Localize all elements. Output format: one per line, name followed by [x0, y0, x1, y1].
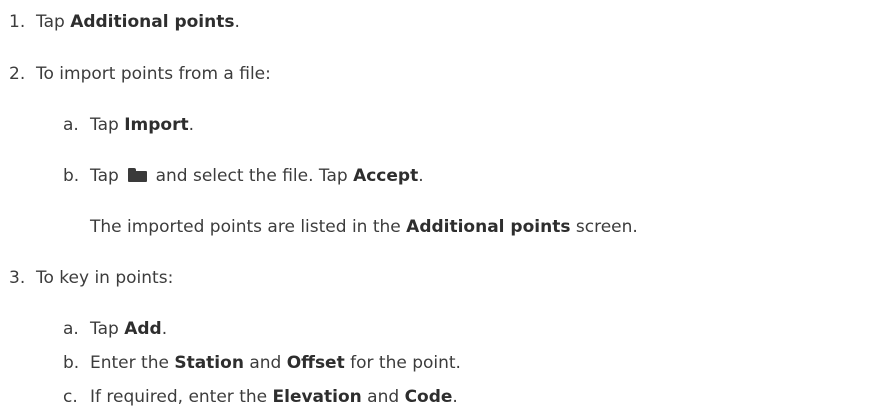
step-text: Enter the — [90, 353, 175, 373]
step-1: 1. Tap Additional points. — [9, 11, 240, 33]
step-text: and — [243, 353, 287, 373]
step-text: . — [418, 166, 424, 186]
step-number: 1. — [9, 12, 26, 32]
note-text: The imported points are listed in the — [90, 217, 407, 237]
step-text: for the point. — [344, 353, 461, 373]
step-3b: b. Enter the Station and Offset for the p… — [63, 352, 461, 374]
note-text: screen. — [570, 217, 638, 237]
step-3c: c. If required, enter the Elevation and C… — [63, 386, 458, 408]
ui-term: Offset — [286, 353, 345, 373]
ui-term: Import — [124, 115, 189, 135]
step-text: Tap — [90, 115, 125, 135]
step-2: 2. To import points from a file: — [9, 63, 271, 85]
step-text: . — [234, 12, 240, 32]
step-2b-note: The imported points are listed in the Ad… — [90, 216, 638, 238]
step-text: To key in points: — [36, 268, 174, 288]
step-text: . — [452, 387, 458, 407]
step-number: 3. — [9, 268, 26, 288]
step-text: Tap — [90, 319, 125, 339]
substep-letter: b. — [63, 166, 80, 186]
step-text: and — [361, 387, 405, 407]
ui-term: Additional points — [406, 217, 571, 237]
step-text: If required, enter the — [90, 387, 273, 407]
step-text: Tap — [90, 166, 125, 186]
substep-letter: b. — [63, 353, 80, 373]
step-2b: b. Tap and select the file. Tap Accept. — [63, 165, 424, 187]
step-text: Tap — [36, 12, 71, 32]
ui-term: Accept — [353, 166, 419, 186]
ui-term: Station — [174, 353, 244, 373]
step-text: . — [161, 319, 168, 339]
step-2a: a. Tap Import. — [63, 114, 194, 136]
ui-term: Add — [124, 319, 162, 339]
ui-term: Elevation — [272, 387, 362, 407]
ui-term: Code — [404, 387, 453, 407]
substep-letter: c. — [63, 387, 78, 407]
step-text: . — [188, 115, 194, 135]
substep-letter: a. — [63, 319, 79, 339]
step-text: To import points from a file: — [36, 64, 271, 84]
step-3a: a. Tap Add. — [63, 318, 167, 340]
step-text: and select the file. Tap — [150, 166, 354, 186]
ui-term: Additional points — [70, 12, 235, 32]
folder-icon — [128, 168, 148, 182]
step-3: 3. To key in points: — [9, 267, 173, 289]
substep-letter: a. — [63, 115, 79, 135]
step-number: 2. — [9, 64, 26, 84]
